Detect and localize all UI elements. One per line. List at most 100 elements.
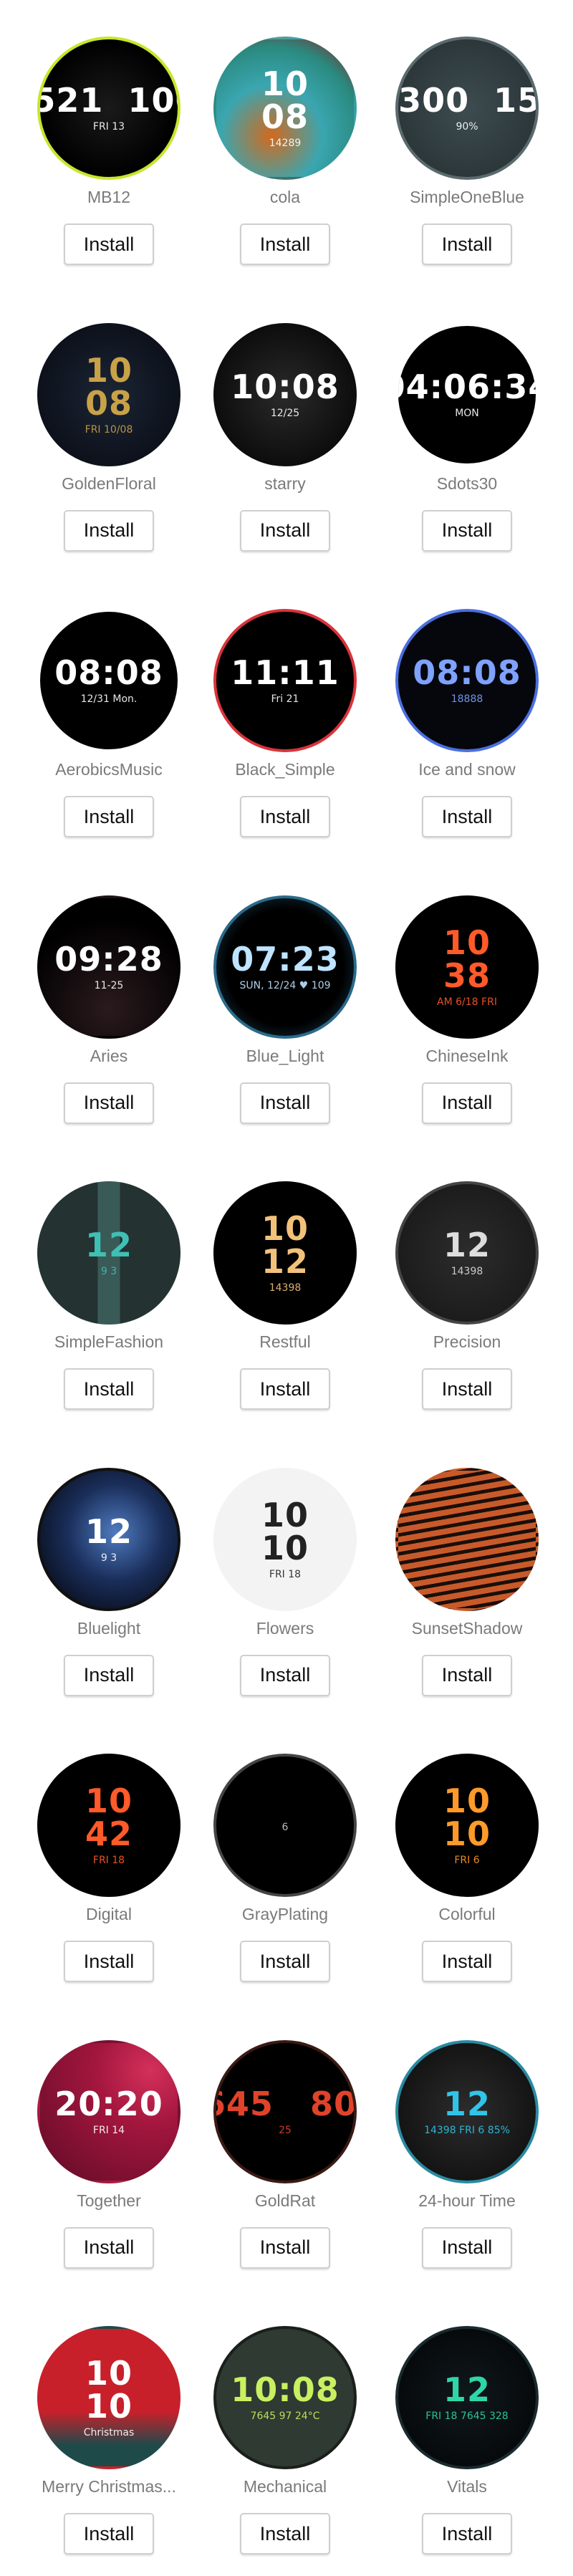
watchface-preview[interactable]: 09:28 11-25: [37, 895, 180, 1039]
watchface-preview[interactable]: 12 14398: [395, 1181, 539, 1325]
watchface-preview[interactable]: 10 10 FRI 6: [395, 1754, 539, 1897]
install-button[interactable]: Install: [422, 1941, 512, 1982]
install-button[interactable]: Install: [64, 1654, 154, 1696]
watchface-name: Precision: [433, 1332, 501, 1351]
face-subtext: 14398 FRI 6 85%: [424, 2124, 510, 2136]
watchface-card: 10 08 FRI 10/08 GoldenFloral Install: [0, 287, 180, 573]
watchface-preview[interactable]: 12 14398 FRI 6 85%: [395, 2039, 539, 2183]
face-subtext: AM 6/18 FRI: [437, 996, 497, 1008]
install-button[interactable]: Install: [422, 2226, 512, 2269]
watchface-name: Colorful: [438, 1905, 496, 1923]
face-time: 10 08: [85, 350, 133, 423]
watchface-preview[interactable]: 12 FRI 18 7645 328: [395, 2326, 539, 2469]
watchface-preview[interactable]: 10 12 14398: [213, 1181, 357, 1325]
watchface-name: GoldenFloral: [62, 474, 156, 493]
watchface-preview[interactable]: 7645 80%25: [213, 2039, 357, 2183]
watchface-preview[interactable]: 04:06:34MON: [395, 322, 539, 466]
watchface-preview[interactable]: 20:20 FRI 14: [37, 2039, 180, 2183]
watchface-preview[interactable]: 11:11 Fri 21: [213, 609, 357, 752]
face-subtext: FRI 6: [454, 1855, 480, 1866]
watchface-card: 09:28 11-25 Aries Install: [0, 859, 180, 1145]
install-button[interactable]: Install: [64, 1941, 154, 1982]
watchface-name: MB12: [87, 188, 131, 206]
watchface-preview[interactable]: 12 9 3: [37, 1467, 180, 1611]
install-button[interactable]: Install: [64, 2513, 154, 2555]
watchface-card: 10 42 FRI 18 Digital Install: [0, 1717, 180, 2004]
watchface-preview[interactable]: [395, 1467, 539, 1611]
install-button[interactable]: Install: [422, 796, 512, 837]
face-time: 10 12: [261, 1209, 309, 1281]
install-button[interactable]: Install: [422, 2513, 512, 2555]
install-button[interactable]: Install: [64, 2226, 154, 2269]
watchface-preview[interactable]: 08:08 12/31 Mon.: [37, 609, 180, 752]
install-button[interactable]: Install: [240, 1654, 330, 1696]
install-button[interactable]: Install: [64, 796, 154, 837]
watchface-name: AerobicsMusic: [55, 760, 163, 779]
watchface-card: 10 10 FRI 18 Flowers Install: [178, 1431, 358, 1718]
face-subtext: 6: [281, 1822, 289, 1833]
face-subtext: FRI 13: [92, 121, 125, 133]
watchface-name: GoldRat: [254, 2191, 316, 2210]
watchface-card: 12 FRI 18 7645 328 Vitals Install: [358, 2289, 573, 2576]
install-button[interactable]: Install: [64, 1368, 154, 1410]
watchface-card: 04:06:34MON Sdots30 Install: [358, 287, 573, 573]
face-time: 10 42: [85, 1782, 133, 1853]
install-button[interactable]: Install: [64, 224, 154, 265]
watchface-preview[interactable]: 12300 15°C90%: [395, 37, 539, 180]
watchface-preview[interactable]: 10 42 FRI 18: [37, 1754, 180, 1897]
install-button[interactable]: Install: [64, 509, 154, 552]
face-time: 12: [443, 2084, 491, 2123]
install-button[interactable]: Install: [240, 1368, 330, 1410]
install-button[interactable]: Install: [240, 224, 330, 265]
watchface-name: Black_Simple: [235, 760, 335, 779]
install-button[interactable]: Install: [422, 1654, 512, 1696]
install-button[interactable]: Install: [240, 2226, 330, 2269]
face-time: 10 10: [261, 1495, 309, 1567]
watchface-card: 10 08 14289 cola Install: [178, 0, 358, 287]
install-button[interactable]: Install: [240, 1082, 330, 1124]
install-button[interactable]: Install: [422, 509, 512, 552]
watchface-preview[interactable]: 6: [213, 1754, 357, 1897]
watchface-name: ChineseInk: [425, 1046, 509, 1065]
watchface-name: 24-hour Time: [418, 2191, 516, 2210]
face-subtext: 25: [279, 2124, 292, 2136]
watchface-preview[interactable]: 10 10 FRI 18: [213, 1467, 357, 1611]
face-time: 12: [443, 2370, 491, 2409]
install-button[interactable]: Install: [240, 1941, 330, 1982]
watchface-preview[interactable]: 10521 100%FRI 13: [37, 37, 180, 180]
watchface-preview[interactable]: 12 9 3: [37, 1181, 180, 1325]
watchface-preview[interactable]: 10 38 AM 6/18 FRI: [395, 895, 539, 1039]
install-button[interactable]: Install: [240, 796, 330, 837]
watchface-card: 08:08 18888 Ice and snow Install: [358, 572, 573, 859]
watchface-preview[interactable]: 10 10 Christmas: [37, 2326, 180, 2469]
install-button[interactable]: Install: [64, 1082, 154, 1124]
install-button[interactable]: Install: [240, 509, 330, 552]
watchface-name: Merry Christmas...: [42, 2477, 176, 2496]
face-time: 12300 15°C: [398, 81, 539, 120]
face-time: 10 38: [443, 923, 491, 995]
watchface-card: SunsetShadow Install: [358, 1431, 573, 1718]
face-time: 10 10: [85, 2354, 133, 2426]
watchface-preview[interactable]: 10 08 FRI 10/08: [37, 322, 180, 466]
face-subtext: Christmas: [83, 2427, 135, 2438]
watchface-card: 10:08 12/25 starry Install: [178, 287, 358, 573]
watchface-preview[interactable]: 10:08 12/25: [213, 322, 357, 466]
install-button[interactable]: Install: [240, 2513, 330, 2555]
install-button[interactable]: Install: [422, 1082, 512, 1124]
watchface-name: GrayPlating: [241, 1905, 329, 1923]
watchface-preview[interactable]: 07:23 SUN, 12/24 ♥ 109: [213, 895, 357, 1039]
face-subtext: 12/31 Mon.: [80, 693, 138, 705]
watchface-card: 6 GrayPlating Install: [178, 1717, 358, 2004]
install-button[interactable]: Install: [422, 224, 512, 265]
watchface-name: starry: [264, 474, 306, 493]
watchface-preview[interactable]: 10:08 7645 97 24°C: [213, 2326, 357, 2469]
watchface-card: 12300 15°C90% SimpleOneBlue Install: [358, 0, 573, 287]
watchface-preview[interactable]: 08:08 18888: [395, 609, 539, 752]
face-time: 08:08: [413, 653, 521, 692]
watchface-name: SimpleOneBlue: [410, 188, 524, 206]
watchface-preview[interactable]: 10 08 14289: [213, 37, 357, 180]
face-subtext: 14289: [269, 138, 302, 149]
watchface-card: 12 9 3 Bluelight Install: [0, 1431, 180, 1718]
face-subtext: 9 3: [100, 1266, 117, 1277]
install-button[interactable]: Install: [422, 1368, 512, 1410]
